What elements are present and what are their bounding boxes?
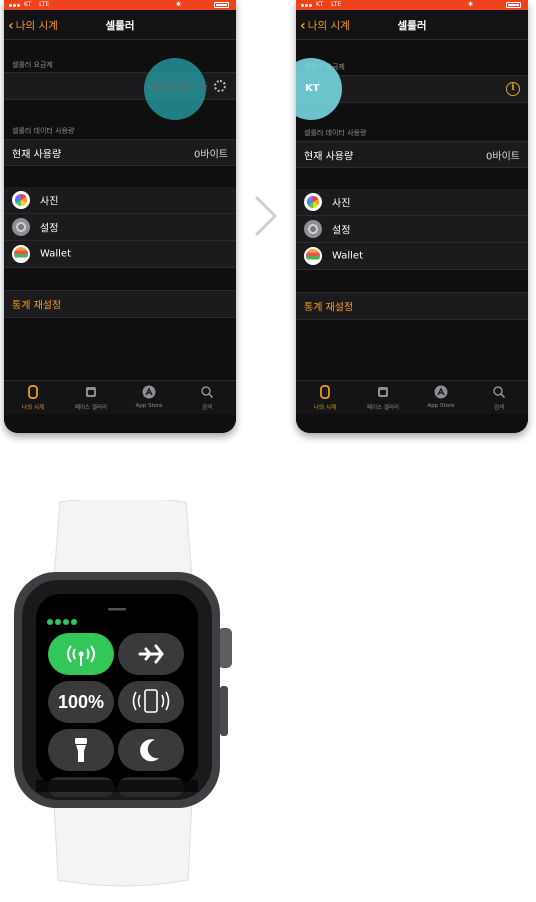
reset-stats-button[interactable]: 통계 재설정 (304, 299, 353, 314)
info-icon[interactable]: i (506, 82, 520, 96)
settings-icon (304, 220, 322, 238)
tab-label: 나의 시계 (22, 405, 44, 411)
app-label: 설정 (40, 223, 59, 235)
face-gallery-icon (86, 387, 96, 397)
app-row-settings[interactable]: 설정 (296, 216, 528, 243)
network-label: LTE (39, 1, 50, 8)
face-gallery-icon (378, 387, 388, 397)
reset-stats-row[interactable]: 통계 재설정 (296, 292, 528, 320)
app-row-photos[interactable]: 사진 (296, 189, 528, 216)
current-usage-label: 현재 사용량 (12, 149, 62, 160)
watch-band-bottom (53, 799, 193, 887)
current-usage-row: 현재 사용량 0바이트 (4, 139, 236, 166)
loading-spinner-icon (214, 80, 226, 92)
current-usage-value: 0바이트 (486, 151, 520, 162)
battery-icon (506, 2, 521, 8)
wallet-icon (12, 245, 30, 263)
app-label: 사진 (332, 198, 351, 210)
page-title: 셀룰러 (105, 20, 135, 32)
nav-bar: ‹ 나의 시계 셀룰러 (296, 10, 528, 40)
tab-app-store[interactable]: App Store (120, 381, 178, 414)
status-bar: KT LTE ✱ (296, 0, 528, 10)
screen-fade (36, 780, 198, 792)
photos-icon (12, 191, 30, 209)
watch-band-top (53, 500, 193, 579)
bluetooth-icon: ✱ (176, 1, 182, 8)
watch-icon (320, 385, 330, 399)
tab-face-gallery[interactable]: 페이스 갤러리 (354, 381, 412, 414)
battery-percentage: 100% (58, 692, 104, 712)
ping-iphone-button[interactable] (118, 681, 184, 723)
photos-icon (304, 193, 322, 211)
current-usage-label: 현재 사용량 (304, 151, 354, 162)
current-usage-row: 현재 사용량 0바이트 (296, 141, 528, 168)
tab-bar: 나의 시계 페이스 갤러리 App Store 검색 (4, 380, 236, 414)
phone-screen-activated: KT LTE ✱ ‹ 나의 시계 셀룰러 셀룰러 요금제 i KT 셀룰러 데이… (296, 0, 528, 433)
phone-screen-activating: KT LTE ✱ ‹ 나의 시계 셀룰러 셀룰러 요금제 활성화하는 중 셀룰러… (4, 0, 236, 433)
side-button[interactable] (220, 686, 228, 736)
bluetooth-icon: ✱ (468, 1, 474, 8)
settings-icon (12, 218, 30, 236)
plan-name: KT (305, 83, 320, 94)
tab-my-watch[interactable]: 나의 시계 (296, 381, 354, 414)
tab-search[interactable]: 검색 (178, 381, 236, 414)
app-store-icon (434, 385, 448, 399)
app-label: Wallet (332, 250, 364, 262)
carrier-label: KT (316, 1, 324, 8)
tab-face-gallery[interactable]: 페이스 갤러리 (62, 381, 120, 414)
chevron-right-icon (255, 196, 278, 236)
app-label: Wallet (40, 248, 72, 260)
app-row-wallet[interactable]: Wallet (4, 241, 236, 268)
search-icon (201, 386, 214, 399)
tab-bar: 나의 시계 페이스 갤러리 App Store 검색 (296, 380, 528, 414)
app-store-icon (142, 385, 156, 399)
status-bar: KT LTE ✱ (4, 0, 236, 10)
tab-my-watch[interactable]: 나의 시계 (4, 381, 62, 414)
watch-icon (28, 385, 38, 399)
battery-icon (214, 2, 229, 8)
app-row-settings[interactable]: 설정 (4, 214, 236, 241)
plan-section-label: 셀룰러 요금제 (12, 61, 53, 69)
tab-label: 페이스 갤러리 (366, 405, 400, 411)
do-not-disturb-button[interactable] (118, 729, 184, 771)
reset-stats-button[interactable]: 통계 재설정 (12, 297, 61, 312)
usage-section-label: 셀룰러 데이터 사용량 (12, 127, 75, 135)
digital-crown[interactable] (218, 628, 232, 668)
tab-label: 나의 시계 (314, 405, 336, 411)
app-label: 설정 (332, 225, 351, 237)
tab-label: App Store (135, 403, 163, 409)
apple-watch-control-center: 100% (14, 500, 232, 887)
wallet-icon (304, 247, 322, 265)
tab-label: 검색 (201, 405, 213, 411)
search-icon (493, 386, 506, 399)
tab-label: 검색 (493, 405, 505, 411)
page-title: 셀룰러 (397, 20, 427, 32)
nav-bar: ‹ 나의 시계 셀룰러 (4, 10, 236, 40)
current-usage-value: 0바이트 (194, 149, 228, 160)
app-label: 사진 (40, 196, 59, 208)
pull-indicator (108, 608, 126, 611)
tab-label: App Store (427, 403, 455, 409)
network-label: LTE (331, 1, 342, 8)
tab-search[interactable]: 검색 (470, 381, 528, 414)
usage-section-label: 셀룰러 데이터 사용량 (304, 129, 367, 137)
reset-stats-row[interactable]: 통계 재설정 (4, 290, 236, 318)
app-row-wallet[interactable]: Wallet (296, 243, 528, 270)
carrier-label: KT (24, 1, 32, 8)
home-indicator-area (296, 414, 528, 433)
tab-label: 페이스 갤러리 (74, 405, 108, 411)
home-indicator-area (4, 414, 236, 433)
tab-app-store[interactable]: App Store (412, 381, 470, 414)
app-row-photos[interactable]: 사진 (4, 187, 236, 214)
plan-status: 활성화하는 중 (149, 82, 208, 94)
